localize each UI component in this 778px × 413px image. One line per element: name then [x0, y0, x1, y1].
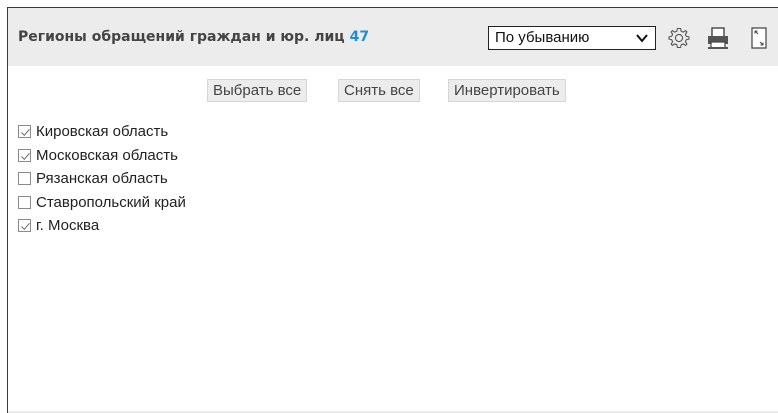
region-label: г. Москва	[36, 217, 100, 235]
region-label: Московская область	[36, 146, 178, 164]
region-label: Кировская область	[36, 123, 169, 141]
sort-order-select[interactable]: По убыванию	[488, 26, 656, 50]
gear-icon[interactable]	[666, 25, 692, 51]
region-item[interactable]: Ставропольский край	[18, 191, 186, 215]
panel-title: Регионы обращений граждан и юр. лиц 47	[18, 29, 369, 45]
regions-panel: Регионы обращений граждан и юр. лиц 47 По…	[7, 7, 778, 413]
sort-order-value: По убыванию	[495, 29, 590, 46]
region-label: Рязанская область	[36, 170, 168, 188]
checkmark-icon	[21, 129, 30, 137]
region-checkbox[interactable]	[18, 148, 31, 162]
record-count: 47	[349, 29, 370, 45]
region-item[interactable]: Кировская область	[18, 120, 186, 144]
select-all-button[interactable]: Выбрать все	[207, 79, 308, 102]
printer-icon[interactable]	[705, 25, 731, 51]
region-label: Ставропольский край	[36, 193, 186, 211]
region-item[interactable]: Московская область	[18, 144, 186, 168]
panel-title-text: Регионы обращений граждан и юр. лиц	[18, 29, 345, 45]
chevron-down-icon	[636, 34, 648, 43]
region-list: Кировская область Московская область Ряз…	[18, 120, 186, 238]
panel-header: Регионы обращений граждан и юр. лиц 47 По…	[8, 8, 778, 66]
region-checkbox[interactable]	[18, 219, 31, 233]
region-checkbox[interactable]	[18, 195, 31, 209]
region-item[interactable]: г. Москва	[18, 214, 186, 238]
checkmark-icon	[21, 152, 30, 160]
clear-all-button[interactable]: Снять все	[338, 79, 420, 102]
invert-selection-button[interactable]: Инвертировать	[448, 79, 566, 102]
region-checkbox[interactable]	[18, 125, 31, 139]
selection-actions: Выбрать все Снять все Инвертировать	[8, 79, 778, 103]
expand-icon[interactable]	[746, 25, 772, 51]
checkmark-icon	[21, 223, 30, 231]
region-checkbox[interactable]	[18, 172, 31, 186]
region-item[interactable]: Рязанская область	[18, 167, 186, 191]
